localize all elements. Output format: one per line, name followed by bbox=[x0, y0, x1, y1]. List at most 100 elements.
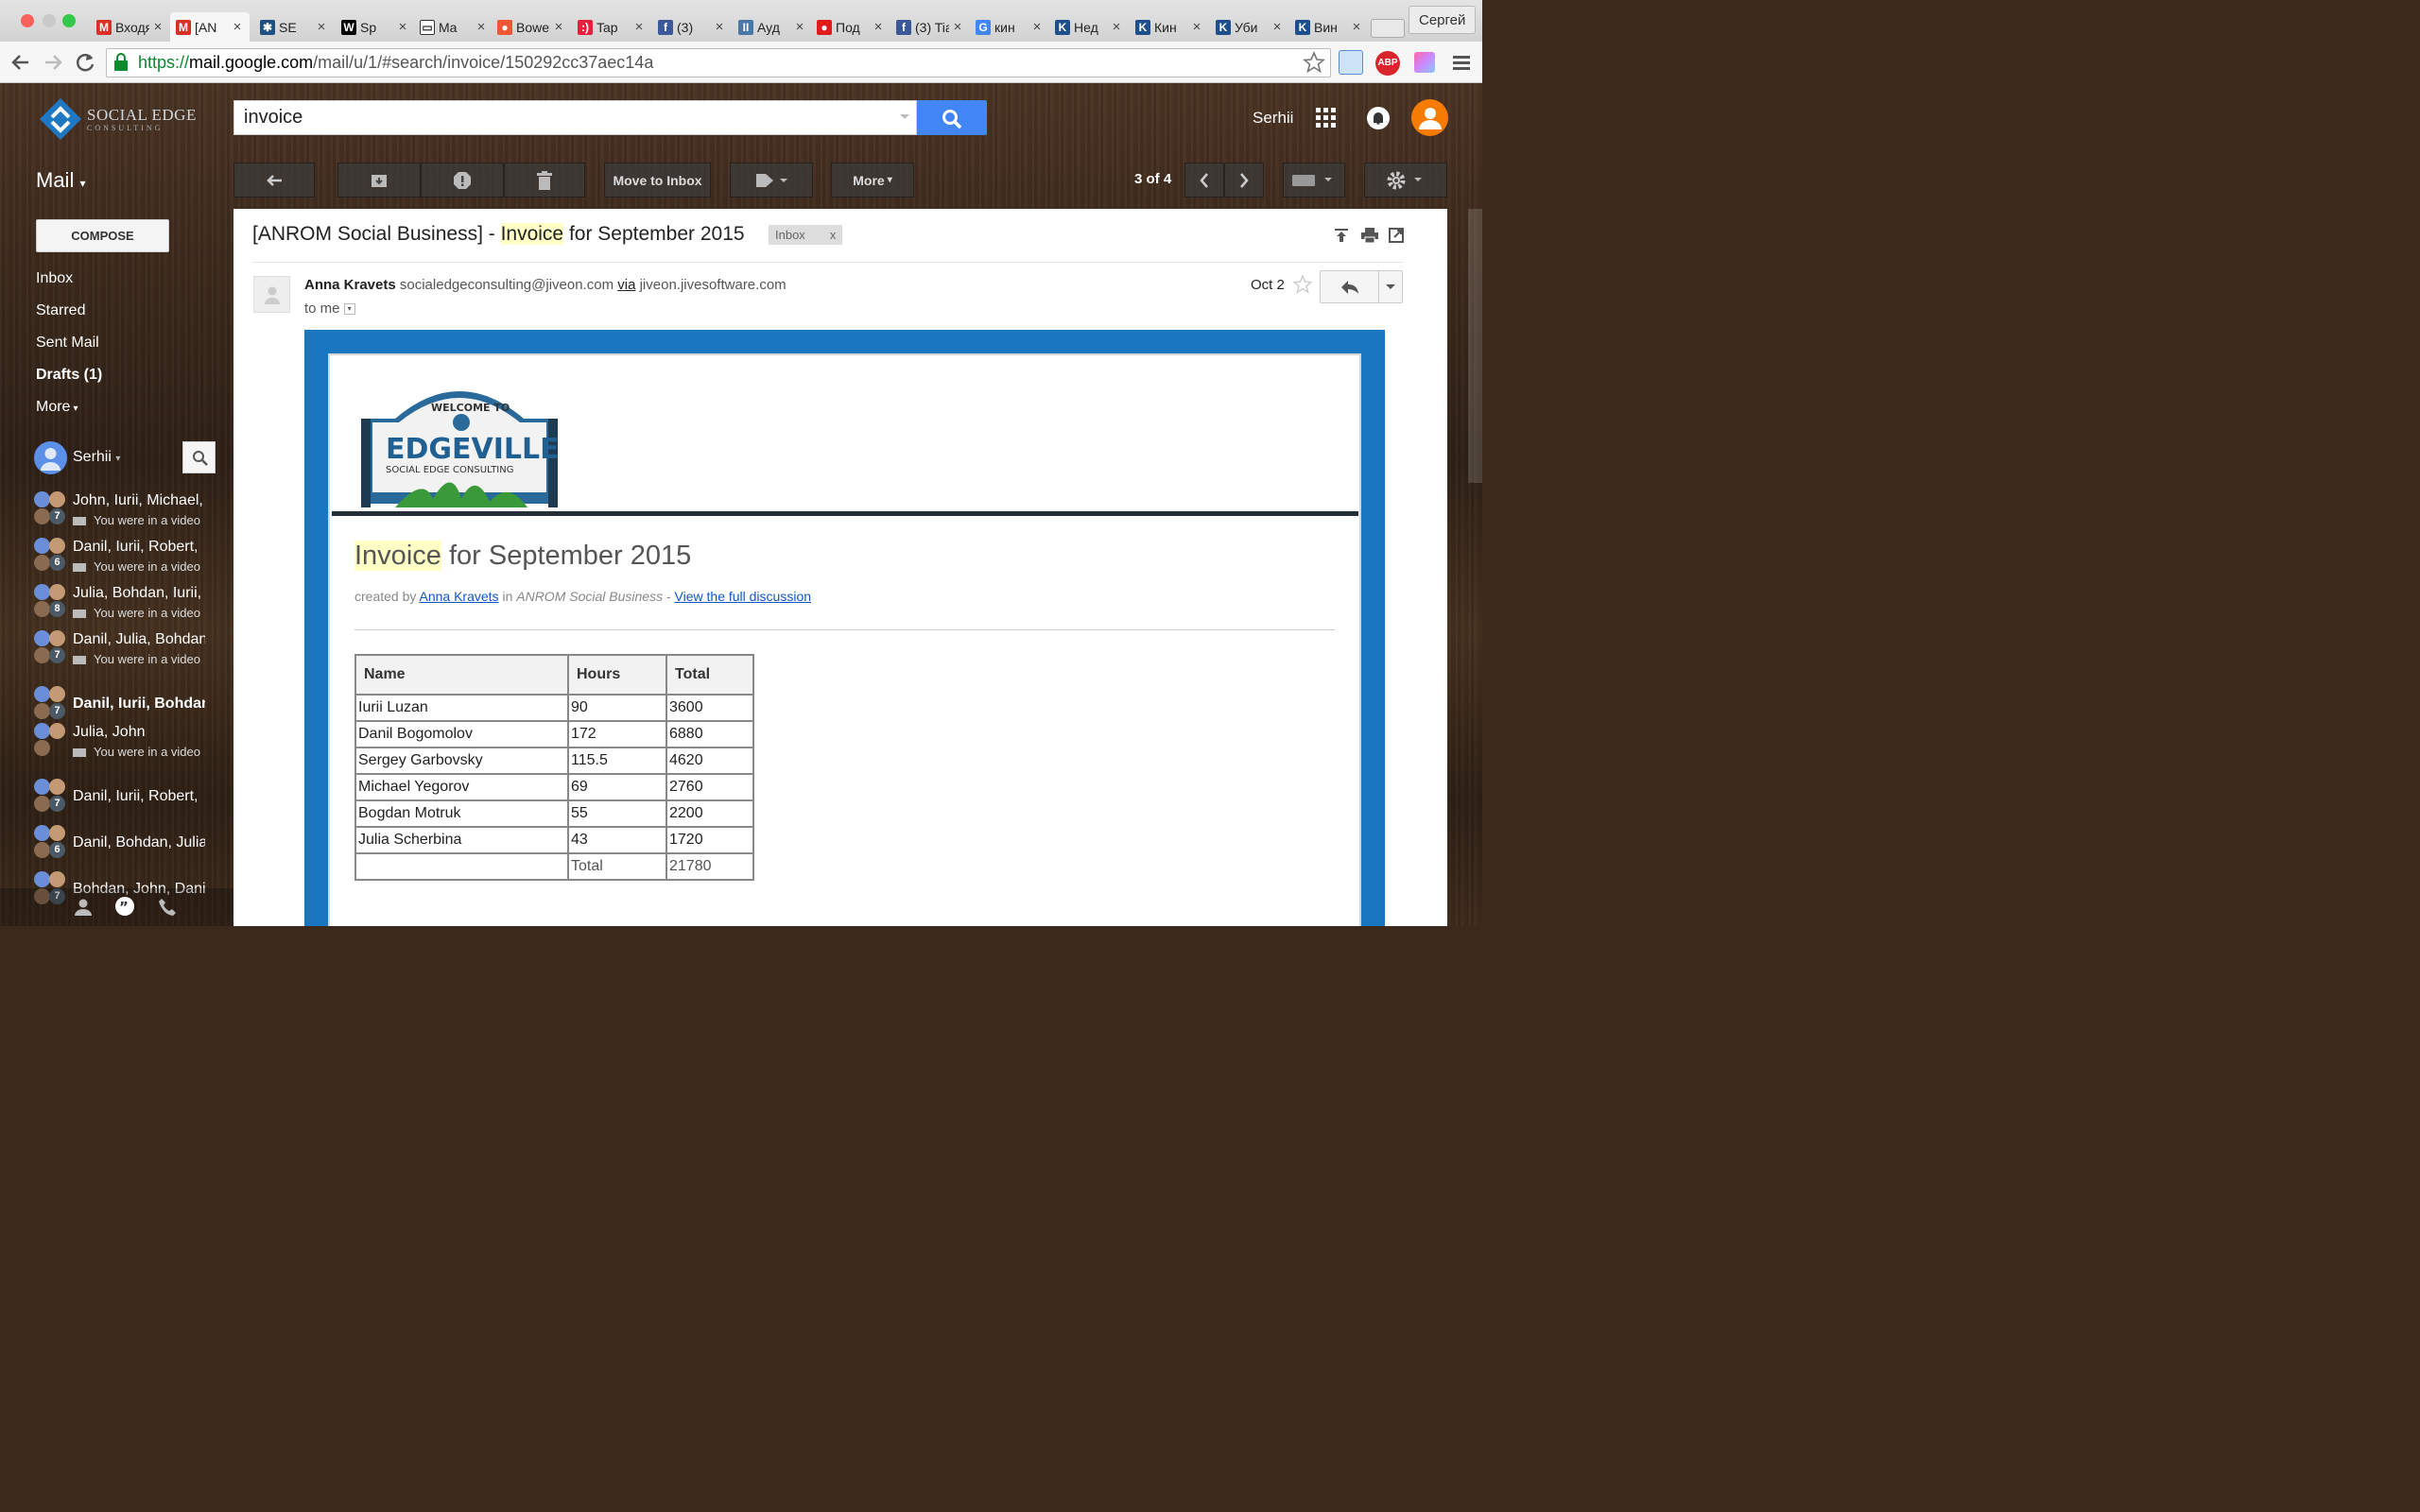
browser-tab[interactable]: f (3) × bbox=[652, 12, 732, 42]
close-tab-icon[interactable]: × bbox=[872, 19, 885, 35]
sender-name[interactable]: Anna Kravets bbox=[304, 277, 396, 293]
hangout-conversation[interactable]: 6 Danil, Iurii, Robert, You were in a vide… bbox=[0, 536, 217, 581]
nav-item-inbox[interactable]: Inbox bbox=[36, 270, 73, 287]
close-tab-icon[interactable]: × bbox=[1030, 19, 1044, 35]
new-window-icon[interactable] bbox=[1389, 228, 1404, 243]
settings-button[interactable] bbox=[1364, 163, 1447, 198]
browser-tab[interactable]: W Sp × bbox=[336, 12, 415, 42]
move-to-inbox-button[interactable]: Move to Inbox bbox=[604, 163, 711, 198]
expand-all-icon[interactable] bbox=[1334, 228, 1349, 243]
search-button[interactable] bbox=[917, 100, 987, 135]
phone-icon[interactable] bbox=[158, 898, 177, 917]
close-tab-icon[interactable]: × bbox=[1190, 19, 1203, 35]
browser-tab[interactable]: ▭ Ma × bbox=[414, 12, 493, 42]
hangout-conversation[interactable]: 6 Danil, Bohdan, Julia bbox=[0, 823, 217, 868]
browser-tab[interactable]: ● Под × bbox=[811, 12, 890, 42]
print-icon[interactable] bbox=[1361, 228, 1378, 243]
conversation-status: You were in a video bbox=[73, 745, 205, 759]
close-tab-icon[interactable]: × bbox=[315, 19, 328, 35]
nav-item-drafts[interactable]: Drafts (1) bbox=[36, 367, 102, 384]
forward-icon[interactable] bbox=[42, 52, 64, 73]
inbox-label-chip[interactable]: Inbox x bbox=[769, 225, 843, 245]
older-button[interactable] bbox=[1224, 163, 1264, 198]
hangout-conversation[interactable]: Julia, John You were in a video bbox=[0, 721, 217, 766]
zoom-window-button[interactable] bbox=[62, 14, 76, 27]
browser-tab[interactable]: M [AN × bbox=[170, 12, 250, 42]
browser-tab[interactable]: K Нед × bbox=[1049, 12, 1129, 42]
close-window-button[interactable] bbox=[21, 14, 34, 27]
hangouts-quote-icon[interactable]: ” bbox=[114, 897, 135, 918]
close-tab-icon[interactable]: × bbox=[1350, 19, 1363, 35]
via-link[interactable]: via bbox=[617, 277, 635, 293]
menu-icon[interactable] bbox=[1452, 53, 1471, 72]
author-link[interactable]: Anna Kravets bbox=[420, 589, 499, 604]
minimize-window-button[interactable] bbox=[43, 14, 56, 27]
hangout-conversation[interactable]: 7 Danil, Iurii, Robert, bbox=[0, 777, 217, 822]
newer-button[interactable] bbox=[1184, 163, 1224, 198]
contacts-person-icon[interactable] bbox=[74, 898, 93, 917]
show-details-icon[interactable]: ▾ bbox=[343, 303, 355, 316]
close-tab-icon[interactable]: × bbox=[951, 19, 964, 35]
archive-button[interactable] bbox=[337, 163, 421, 198]
close-tab-icon[interactable]: × bbox=[793, 19, 806, 35]
back-to-search-button[interactable] bbox=[233, 163, 315, 198]
adblock-icon[interactable]: ABP bbox=[1375, 51, 1400, 76]
account-name[interactable]: Serhii bbox=[1253, 109, 1293, 128]
hangout-conversation[interactable]: 7 John, Iurii, Michael, You were in a vide… bbox=[0, 490, 217, 535]
reply-options-chevron-icon[interactable] bbox=[1385, 284, 1396, 291]
browser-tab[interactable]: Gкин × bbox=[970, 12, 1049, 42]
compose-button[interactable]: COMPOSE bbox=[36, 219, 169, 252]
labels-button[interactable] bbox=[730, 163, 813, 198]
k-icon: K bbox=[1295, 19, 1310, 35]
hangouts-search-button[interactable] bbox=[182, 441, 216, 473]
browser-tab[interactable]: f (3) Tia × bbox=[890, 12, 970, 42]
close-tab-icon[interactable]: × bbox=[1270, 19, 1284, 35]
report-spam-button[interactable] bbox=[421, 163, 504, 198]
apps-grid-icon[interactable] bbox=[1316, 108, 1337, 129]
browser-tab[interactable]: :) Tap × bbox=[572, 12, 651, 42]
browser-tab[interactable]: ● Bower × bbox=[492, 12, 571, 42]
delete-button[interactable] bbox=[504, 163, 585, 198]
page-scrollbar[interactable] bbox=[1468, 209, 1482, 483]
close-tab-icon[interactable]: × bbox=[475, 19, 488, 35]
close-tab-icon[interactable]: × bbox=[151, 19, 164, 35]
close-tab-icon[interactable]: × bbox=[231, 19, 244, 35]
reload-icon[interactable] bbox=[75, 51, 97, 74]
browser-tab[interactable]: K Уби × bbox=[1210, 12, 1289, 42]
profile-button[interactable]: Сергей bbox=[1409, 6, 1477, 34]
back-icon[interactable] bbox=[9, 52, 32, 73]
mail-menu[interactable]: Mail ▾ bbox=[36, 168, 86, 193]
close-tab-icon[interactable]: × bbox=[396, 19, 409, 35]
remove-label-button[interactable]: x bbox=[830, 225, 837, 245]
star-icon[interactable] bbox=[1293, 275, 1312, 294]
search-input[interactable] bbox=[233, 100, 917, 135]
color-extension-icon[interactable] bbox=[1414, 52, 1435, 73]
hangout-conversation[interactable]: 8 Julia, Bohdan, Iurii, You were in a vide… bbox=[0, 582, 217, 627]
reply-button[interactable] bbox=[1320, 270, 1403, 303]
nav-item-sent[interactable]: Sent Mail bbox=[36, 335, 99, 352]
hangout-conversation[interactable]: 7 Danil, Julia, Bohdan You were in a video bbox=[0, 628, 217, 674]
browser-tab[interactable]: II Ауд × bbox=[733, 12, 812, 42]
bookmark-star-icon[interactable] bbox=[1303, 51, 1325, 74]
extension-icon[interactable] bbox=[1339, 50, 1363, 75]
close-tab-icon[interactable]: × bbox=[1110, 19, 1123, 35]
close-tab-icon[interactable]: × bbox=[552, 19, 565, 35]
close-tab-icon[interactable]: × bbox=[713, 19, 726, 35]
notifications-bell-icon[interactable] bbox=[1366, 106, 1391, 130]
browser-tab[interactable]: MВходящ× bbox=[91, 12, 170, 42]
view-discussion-link[interactable]: View the full discussion bbox=[675, 589, 811, 604]
browser-tab[interactable]: K Кин × bbox=[1130, 12, 1209, 42]
hangouts-user-menu[interactable]: Serhii ▾ bbox=[73, 449, 120, 466]
conversation-names: John, Iurii, Michael, bbox=[73, 492, 203, 508]
more-actions-button[interactable]: More ▾ bbox=[831, 163, 914, 198]
search-options-icon[interactable] bbox=[899, 113, 910, 121]
close-tab-icon[interactable]: × bbox=[632, 19, 646, 35]
hangouts-avatar[interactable] bbox=[34, 441, 67, 474]
nav-item-starred[interactable]: Starred bbox=[36, 302, 85, 319]
input-tools-button[interactable] bbox=[1283, 163, 1345, 198]
new-tab-button[interactable] bbox=[1371, 19, 1405, 38]
account-avatar[interactable] bbox=[1411, 99, 1448, 136]
nav-item-more[interactable]: More ▾ bbox=[36, 399, 78, 416]
browser-tab[interactable]: K Вин × bbox=[1289, 12, 1369, 42]
browser-tab[interactable]: ✱ SE × bbox=[254, 12, 334, 42]
